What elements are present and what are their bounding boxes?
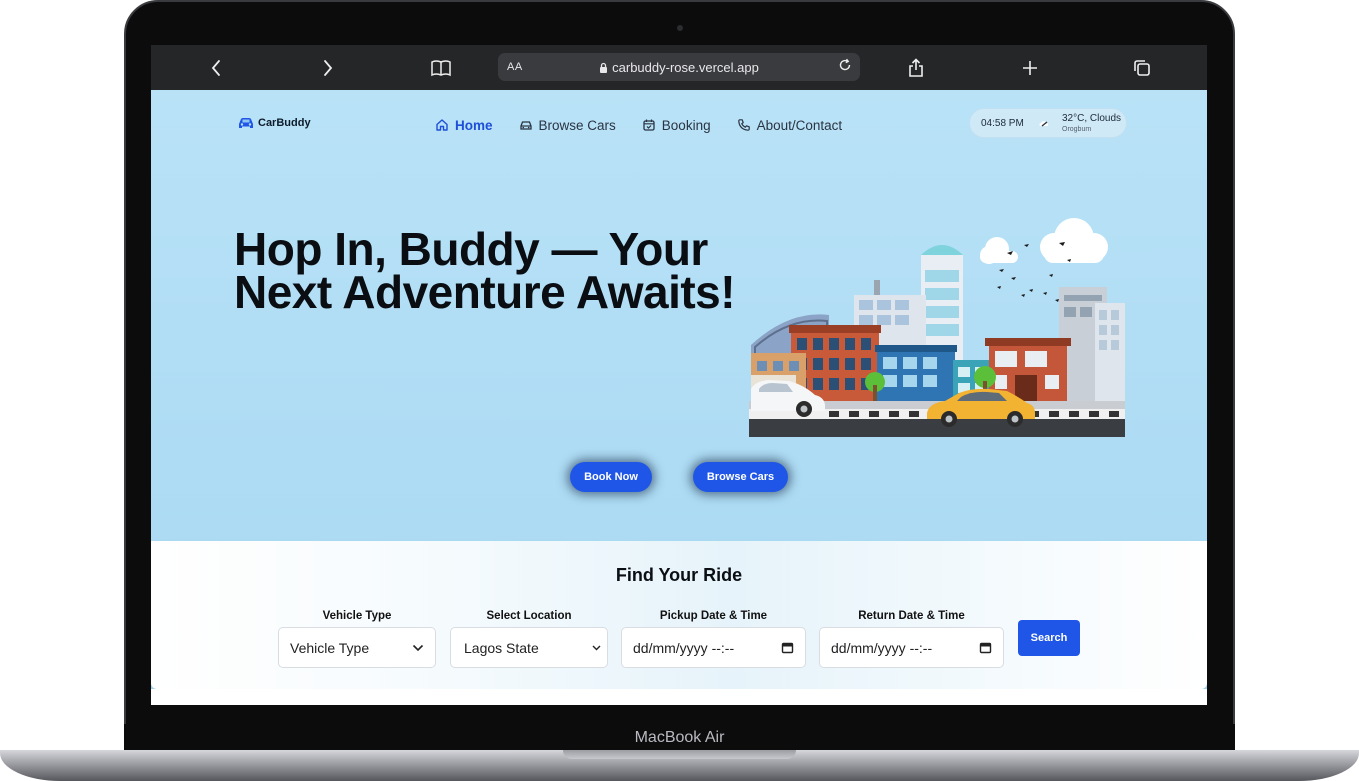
web-page: CarBuddy Home Browse Cars Booking About/… (151, 90, 1207, 705)
navbar: CarBuddy Home Browse Cars Booking About/… (151, 90, 1207, 160)
address-bar[interactable]: AA carbuddy-rose.vercel.app (498, 53, 860, 81)
city-illustration (749, 218, 1125, 437)
vehicle-type-value: Vehicle Type (290, 639, 370, 656)
return-datetime-value: dd/mm/yyyy --:-- (831, 639, 933, 656)
browser-toolbar: AA carbuddy-rose.vercel.app (151, 45, 1207, 90)
nav-browse-cars-label: Browse Cars (538, 117, 616, 133)
calendar-icon (643, 119, 655, 131)
chevron-down-icon (592, 645, 601, 650)
nav-browse-cars[interactable]: Browse Cars (519, 118, 616, 133)
brand-name: CarBuddy (258, 117, 311, 129)
car-icon (519, 121, 532, 130)
browse-cars-button[interactable]: Browse Cars (693, 462, 788, 492)
find-ride-title: Find Your Ride (615, 565, 743, 585)
vehicle-type-select[interactable]: Vehicle Type (278, 627, 436, 668)
find-ride-panel: Find Your Ride Vehicle Type Vehicle Type… (151, 541, 1207, 689)
bookmarks-icon[interactable] (426, 45, 456, 90)
clouds (980, 218, 1108, 264)
car-logo-icon (239, 118, 253, 128)
tabs-overview-icon[interactable] (1127, 45, 1157, 90)
current-time: 04:58 PM (981, 118, 1024, 129)
calendar-icon[interactable] (781, 641, 794, 654)
cloud-icon (1039, 121, 1049, 127)
phone-icon (737, 119, 750, 131)
nav-links: Home Browse Cars Booking About/Contact (435, 90, 842, 160)
camera (677, 25, 683, 31)
location-label: Select Location (486, 610, 572, 622)
forward-icon[interactable] (313, 45, 343, 90)
calendar-icon[interactable] (979, 641, 992, 654)
reload-icon[interactable] (838, 58, 852, 77)
location-select[interactable]: Lagos State (450, 627, 608, 668)
return-datetime-label: Return Date & Time (858, 610, 965, 622)
vehicle-type-label: Vehicle Type (322, 610, 392, 622)
logo[interactable]: CarBuddy (237, 116, 311, 130)
share-icon[interactable] (901, 45, 931, 90)
device-label: MacBook Air (634, 729, 725, 746)
url-label: carbuddy-rose.vercel.app (612, 59, 759, 75)
hero-title: Hop In, Buddy — Your Next Adventure Awai… (234, 223, 736, 318)
pickup-datetime-value: dd/mm/yyyy --:-- (633, 639, 735, 656)
pickup-datetime-input[interactable]: dd/mm/yyyy --:-- (621, 627, 806, 668)
nav-home-label: Home (455, 117, 493, 133)
page-bottom-strip (151, 689, 1207, 705)
nav-home[interactable]: Home (435, 118, 493, 133)
return-datetime-input[interactable]: dd/mm/yyyy --:-- (819, 627, 1004, 668)
new-tab-icon[interactable] (1015, 45, 1045, 90)
url-text: carbuddy-rose.vercel.app (498, 60, 860, 75)
pickup-datetime-label: Pickup Date & Time (659, 610, 768, 622)
temperature: 32°C, Clouds (1062, 113, 1122, 124)
nav-booking[interactable]: Booking (642, 118, 711, 133)
nav-booking-label: Booking (661, 117, 711, 133)
lock-icon (600, 62, 608, 73)
back-icon[interactable] (201, 45, 231, 90)
search-button[interactable]: Search (1018, 620, 1080, 656)
city-name: Orogbum (1062, 126, 1092, 133)
base-notch (563, 750, 796, 759)
location-value: Lagos State (464, 639, 539, 656)
time-weather-widget: 04:58 PM 32°C, Clouds Orogbum (969, 108, 1127, 138)
chevron-down-icon (412, 644, 424, 651)
nav-about-contact-label: About/Contact (756, 117, 843, 133)
screen: AA carbuddy-rose.vercel.app CarBuddy Hom… (151, 45, 1207, 705)
home-icon (436, 119, 448, 131)
nav-about-contact[interactable]: About/Contact (737, 117, 843, 133)
book-now-button[interactable]: Book Now (570, 462, 652, 492)
